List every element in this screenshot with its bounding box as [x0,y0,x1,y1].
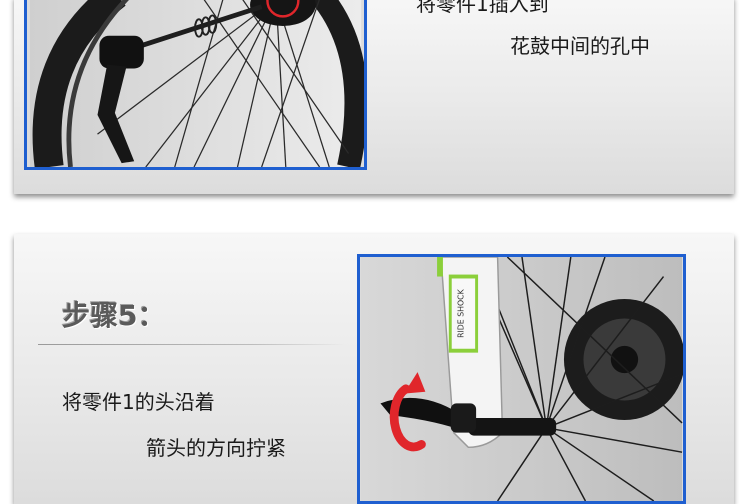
step5-card: 步骤5： 将零件1的头沿着 箭头的方向拧紧 RIDE SHOCK [14,234,734,504]
step-title: 步骤5： [62,299,166,332]
fork-hub-illustration: RIDE SHOCK [360,257,683,501]
tighten-lever-photo: RIDE SHOCK [357,254,686,504]
fork-sticker-text: RIDE SHOCK [456,288,465,338]
step4-card: 将零件1插入到 花鼓中间的孔中 [14,0,734,194]
instruction-line-1: 将零件1插入到 [416,0,549,16]
wheel-hub-illustration [29,0,364,167]
title-divider [38,344,346,345]
instruction-line-2: 箭头的方向拧紧 [146,436,286,460]
hub-insert-photo [24,0,367,170]
instruction-line-1: 将零件1的头沿着 [62,390,215,414]
instruction-line-2: 花鼓中间的孔中 [510,34,650,58]
